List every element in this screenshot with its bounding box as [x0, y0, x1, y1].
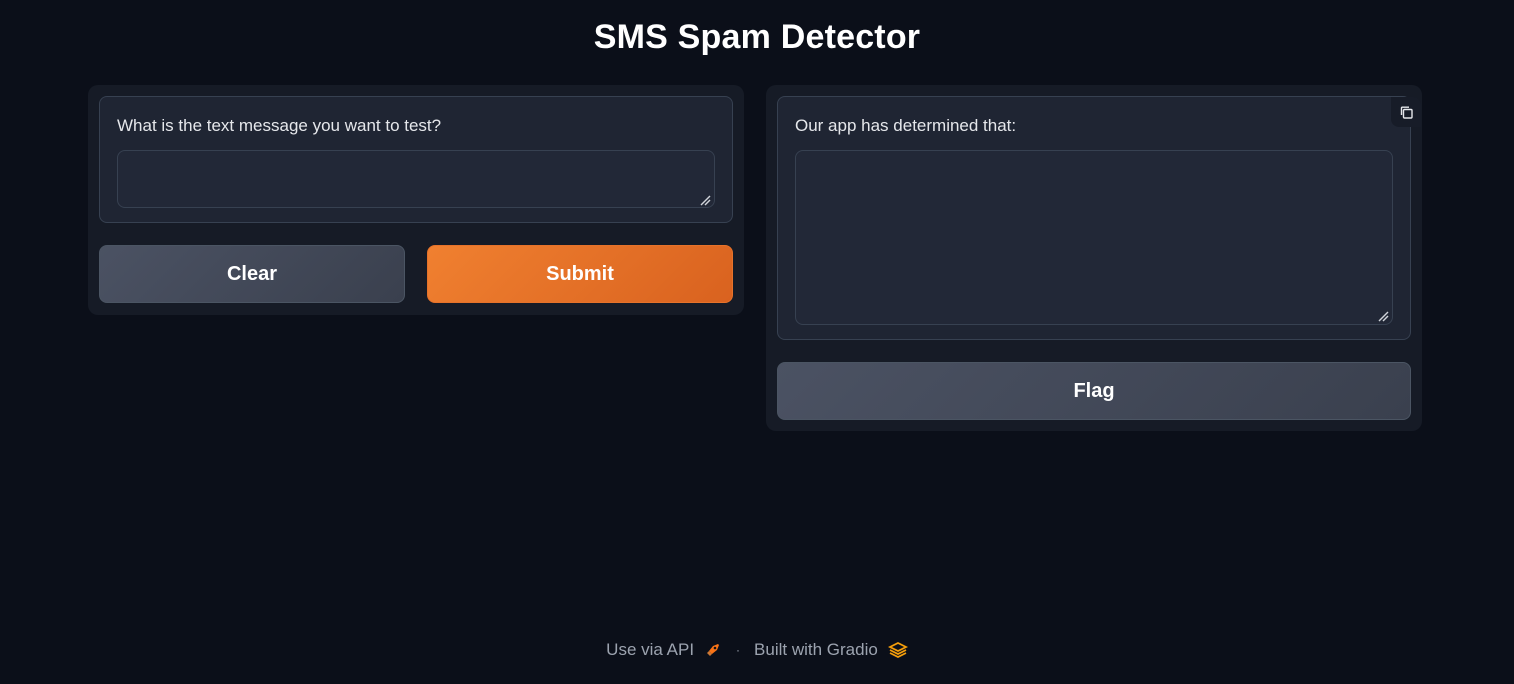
resize-handle-icon[interactable] [699, 194, 711, 206]
input-block: What is the text message you want to tes… [99, 96, 733, 223]
footer-separator: · [736, 643, 741, 657]
page-title: SMS Spam Detector [593, 18, 921, 56]
output-block: Our app has determined that: [777, 96, 1421, 340]
clear-button[interactable]: Clear [99, 245, 405, 303]
output-label: Our app has determined that: [795, 116, 1017, 135]
output-panel: Our app has determined that: Flag [766, 85, 1422, 431]
result-output[interactable] [795, 150, 1393, 325]
input-label: What is the text message you want to tes… [117, 116, 442, 135]
submit-button[interactable]: Submit [427, 245, 733, 303]
message-input[interactable] [117, 150, 715, 208]
input-panel: What is the text message you want to tes… [88, 85, 744, 315]
copy-button[interactable] [1391, 97, 1421, 127]
use-via-api-link[interactable]: Use via API [606, 640, 694, 660]
rocket-icon [704, 641, 722, 659]
built-with-gradio-link[interactable]: Built with Gradio [754, 640, 878, 660]
copy-icon [1400, 106, 1413, 119]
footer: Use via API · Built with Gradio [0, 640, 1514, 660]
gradio-logo-icon [887, 641, 908, 659]
resize-handle-icon[interactable] [1377, 310, 1389, 322]
flag-button[interactable]: Flag [777, 362, 1411, 420]
page: SMS Spam Detector What is the text messa… [0, 0, 1514, 684]
